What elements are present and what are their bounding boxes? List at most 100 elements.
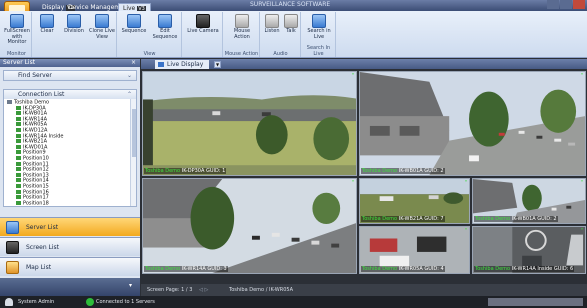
prev-page-icon[interactable]: ◁ xyxy=(199,287,203,293)
ribbon-group-layout: Clear Division Clone Live View xyxy=(33,12,117,57)
live-display-icon xyxy=(158,62,164,67)
clear-icon xyxy=(40,14,54,28)
camera-icon xyxy=(16,133,21,138)
camera-icon xyxy=(16,144,21,149)
tree-node-label: Position18 xyxy=(23,200,49,206)
edit-sequence-icon xyxy=(158,14,172,28)
window-title: SURVEILLANCE SOFTWARE xyxy=(250,1,331,8)
tab-dropdown-button[interactable]: ▼ xyxy=(214,61,221,68)
user-name: System Admin xyxy=(18,299,55,305)
button-label: Talk xyxy=(286,28,296,34)
camera-icon xyxy=(16,195,21,200)
nav-map-list[interactable]: Map List xyxy=(0,257,140,276)
mouse-action-button[interactable]: Mouse Action xyxy=(227,14,257,40)
connected-icon xyxy=(86,298,94,306)
grid-icon xyxy=(67,14,81,28)
ribbon-group-search: Search in Live Search In Live xyxy=(302,12,336,57)
camera-icon xyxy=(16,105,21,110)
video-tile-5[interactable]: " Toshiba Demo IK-WB01A GUID: 2 xyxy=(472,178,586,224)
camera-icon xyxy=(196,14,210,28)
section-label: Connection List xyxy=(18,91,65,98)
scroll-thumb[interactable] xyxy=(132,109,136,157)
title-bar: DisplayV1 Device ManagementV2 LiveV3 SUR… xyxy=(0,0,587,17)
button-label: Clear xyxy=(40,28,54,34)
camera-icon xyxy=(16,178,21,183)
close-button[interactable] xyxy=(573,0,585,9)
edit-sequence-button[interactable]: Edit Sequence xyxy=(150,14,180,40)
chevron-up-icon: ⌃ xyxy=(126,91,132,98)
headphones-icon xyxy=(265,14,279,28)
sequence-button[interactable]: Sequence xyxy=(120,14,148,35)
nav-label: Server List xyxy=(26,224,59,231)
tree-scrollbar[interactable] xyxy=(130,99,136,206)
tree-camera-node[interactable]: Position18 xyxy=(4,200,136,206)
button-label: Mouse Action xyxy=(233,28,251,40)
video-tile-6[interactable]: " Toshiba Demo IK-WR05A GUID: 4 xyxy=(359,226,470,274)
button-label: Division xyxy=(64,28,84,34)
search-icon xyxy=(312,14,326,28)
clear-button[interactable]: Clear xyxy=(35,14,59,35)
microphone-icon xyxy=(284,14,298,28)
video-tile-7[interactable]: " Toshiba Demo IK-WR14A Inside GUID: 6 xyxy=(472,226,586,274)
minimize-button[interactable] xyxy=(547,0,559,9)
monitor-icon xyxy=(10,14,24,28)
page-indicator: Screen Page: 1 / 3 xyxy=(147,287,193,293)
video-tile-3[interactable]: " Toshiba Demo IK-WR14A GUID: 3 xyxy=(142,178,357,274)
tile-caption: Toshiba Demo IK-WB01A GUID: 2 xyxy=(361,168,445,174)
server-icon xyxy=(6,221,19,234)
camera-icon xyxy=(16,167,21,172)
nav-server-list[interactable]: Server List xyxy=(0,217,140,236)
fullscreen-monitor-button[interactable]: FullScreen with Monitor xyxy=(3,14,31,46)
connection-list-section: Connection List ⌃ Toshiba Demo IK-DP30A IK-… xyxy=(3,89,137,207)
server-name: Toshiba Demo xyxy=(145,168,181,174)
ribbon-group-audio: Listen Talk Audio xyxy=(261,12,301,57)
button-label: Clone Live View xyxy=(89,28,115,40)
camera-icon xyxy=(16,127,21,132)
search-in-live-button[interactable]: Search in Live xyxy=(304,14,334,40)
server-name: Toshiba Demo xyxy=(362,216,398,222)
camera-icon xyxy=(16,161,21,166)
live-display-area: Live Display ▼ " Toshiba Demo IK-DP30A G… xyxy=(141,59,587,296)
find-server-header[interactable]: Find Server ⌄ xyxy=(4,71,136,80)
recording-indicator: " xyxy=(464,228,467,234)
server-name: Toshiba Demo xyxy=(362,266,398,272)
camera-icon xyxy=(16,183,21,188)
tile-caption: Toshiba Demo IK-WB21A GUID: 7 xyxy=(361,216,445,222)
tab-live-display[interactable]: Live Display xyxy=(155,60,209,69)
nav-footer: ▾ xyxy=(0,278,140,296)
group-label: Audio xyxy=(273,51,288,57)
ribbon-group-camera: Live Camera xyxy=(183,12,223,57)
connection-list-header[interactable]: Connection List ⌃ xyxy=(4,90,136,99)
maximize-button[interactable] xyxy=(560,0,572,9)
video-tile-2[interactable]: " Toshiba Demo IK-WB01A GUID: 2 xyxy=(359,71,586,176)
close-panel-icon[interactable]: × xyxy=(131,59,136,67)
video-tile-1[interactable]: " Toshiba Demo IK-DP30A GUID: 1 xyxy=(142,71,357,176)
recording-indicator: " xyxy=(580,73,583,79)
listen-button[interactable]: Listen xyxy=(263,14,281,35)
live-camera-button[interactable]: Live Camera xyxy=(187,14,219,35)
camera-name: IK-WB01A GUID: 2 xyxy=(398,168,444,174)
status-bar: System Admin Connected to 1 Servers xyxy=(0,296,587,308)
recording-indicator: " xyxy=(580,228,583,234)
server-list-panel: Server List × Find Server ⌄ Connection Lis… xyxy=(0,59,140,296)
recording-indicator: " xyxy=(351,180,354,186)
division-button[interactable]: Division xyxy=(61,14,87,35)
clone-live-view-button[interactable]: Clone Live View xyxy=(89,14,115,40)
camera-name: IK-DP30A GUID: 1 xyxy=(181,168,226,174)
next-page-icon[interactable]: ▷ xyxy=(204,287,208,293)
map-icon xyxy=(6,261,19,274)
nav-screen-list[interactable]: Screen List xyxy=(0,237,140,256)
video-tile-4[interactable]: " Toshiba Demo IK-WB21A GUID: 7 xyxy=(359,178,470,224)
server-tree: Toshiba Demo IK-DP30A IK-WB01A IK-WR14A IK-W… xyxy=(4,99,136,206)
button-label: Edit Sequence xyxy=(152,28,178,40)
talk-button[interactable]: Talk xyxy=(282,14,300,35)
tile-caption: Toshiba Demo IK-DP30A GUID: 1 xyxy=(144,168,227,174)
user-icon xyxy=(5,298,13,306)
camera-icon xyxy=(16,155,21,160)
button-label: Listen xyxy=(264,28,280,34)
button-label: Sequence xyxy=(121,28,147,34)
server-name: Toshiba Demo xyxy=(475,216,511,222)
selected-camera-path: Toshiba Demo / IK-WR05A xyxy=(229,287,294,293)
ribbon-group-monitor: FullScreen with Monitor Monitor xyxy=(2,12,32,57)
configure-buttons-icon[interactable]: ▾ xyxy=(129,282,132,289)
